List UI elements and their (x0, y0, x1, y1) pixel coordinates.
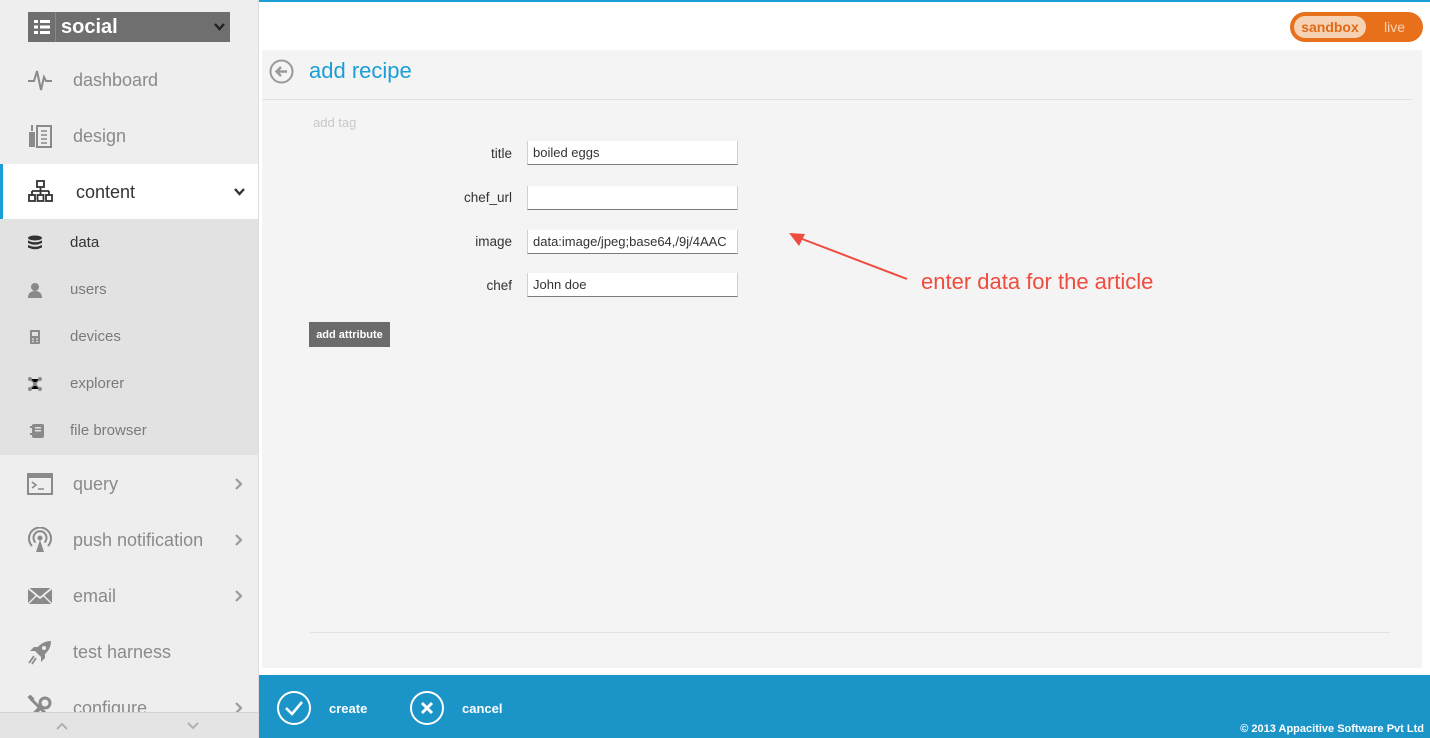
design-icon (0, 123, 73, 149)
terminal-icon (0, 472, 73, 496)
add-tag-link[interactable]: add tag (313, 115, 356, 130)
chef-field[interactable] (527, 273, 738, 297)
device-icon (0, 329, 70, 345)
sidebar-item-label: design (73, 125, 127, 146)
sidebar-subitem-label: data (70, 234, 100, 251)
divider (262, 99, 1412, 100)
chevron-down-icon (208, 23, 230, 31)
sidebar-item-label: content (76, 181, 136, 202)
create-button[interactable]: create (277, 691, 367, 725)
footer-bar: create cancel © 2013 Appacitive Software… (259, 675, 1430, 738)
sidebar-item-push-notification[interactable]: push notification (0, 512, 258, 568)
sidebar-scroll-bar (0, 712, 258, 738)
top-accent-line (259, 0, 1430, 2)
list-icon (28, 12, 56, 42)
field-label-title: title (490, 146, 512, 161)
annotation-label: enter data for the article (921, 269, 1154, 294)
image-field[interactable] (527, 230, 738, 254)
sidebar-subitem-label: users (70, 281, 107, 298)
app-window: social dashboard design content data use… (0, 0, 1430, 738)
content-submenu: data users devices explorer file browser (0, 219, 258, 455)
back-arrow-icon[interactable] (269, 59, 294, 84)
sidebar-item-dashboard[interactable]: dashboard (0, 52, 258, 108)
chevron-right-icon (219, 534, 258, 546)
file-icon (0, 423, 70, 439)
chevron-up-icon[interactable] (56, 717, 68, 735)
sidebar-item-query[interactable]: query (0, 456, 258, 512)
rocket-icon (0, 639, 73, 665)
cancel-button[interactable]: cancel (410, 691, 502, 725)
sidebar-subitem-users[interactable]: users (0, 266, 258, 313)
sidebar-item-design[interactable]: design (0, 108, 258, 164)
sidebar-item-label: dashboard (73, 69, 159, 90)
create-label: create (329, 700, 368, 716)
copyright-text: © 2013 Appacitive Software Pvt Ltd (1240, 723, 1424, 735)
chevron-right-icon (219, 590, 258, 602)
field-label-chef: chef (486, 278, 512, 293)
field-label-image: image (475, 234, 512, 249)
sidebar-item-label: query (73, 473, 119, 494)
database-icon (0, 235, 70, 251)
sidebar-item-content[interactable]: content (0, 164, 258, 220)
live-option[interactable]: live (1366, 19, 1423, 35)
sidebar-item-test-harness[interactable]: test harness (0, 624, 258, 680)
sidebar-subitem-label: file browser (70, 422, 147, 439)
sidebar-item-label: push notification (73, 529, 204, 550)
chef-url-field[interactable] (527, 186, 738, 210)
page-title: add recipe (309, 58, 412, 83)
app-selector[interactable]: social (28, 12, 230, 42)
chevron-down-icon (219, 188, 258, 196)
chevron-right-icon (219, 478, 258, 490)
main-panel: add recipe add tag title chef_url image … (262, 50, 1422, 668)
sidebar-subitem-data[interactable]: data (0, 219, 258, 266)
sidebar-subitem-label: explorer (70, 375, 125, 392)
annotation-arrow (789, 233, 908, 280)
close-icon (410, 691, 444, 725)
cancel-label: cancel (462, 700, 503, 716)
add-attribute-button[interactable]: add attribute (309, 322, 390, 347)
sidebar-item-label: email (73, 585, 117, 606)
environment-toggle[interactable]: sandbox live (1290, 12, 1423, 42)
sidebar-item-email[interactable]: email (0, 568, 258, 624)
field-label-chef-url: chef_url (463, 190, 512, 205)
envelope-icon (0, 586, 73, 606)
sandbox-option[interactable]: sandbox (1294, 16, 1366, 38)
title-field[interactable] (527, 141, 738, 165)
sidebar-subitem-explorer[interactable]: explorer (0, 360, 258, 407)
sidebar-item-label: test harness (73, 641, 172, 662)
chevron-down-icon[interactable] (187, 717, 199, 735)
app-name: social (61, 15, 118, 38)
check-icon (277, 691, 311, 725)
graph-icon (0, 376, 70, 392)
user-icon (0, 282, 70, 298)
divider (310, 632, 1390, 633)
sidebar-subitem-file-browser[interactable]: file browser (0, 407, 258, 454)
broadcast-icon (0, 527, 73, 553)
pulse-icon (0, 68, 73, 92)
sidebar: social dashboard design content data use… (0, 0, 259, 738)
sidebar-subitem-label: devices (70, 328, 121, 345)
hierarchy-icon (3, 179, 76, 205)
sidebar-subitem-devices[interactable]: devices (0, 313, 258, 360)
